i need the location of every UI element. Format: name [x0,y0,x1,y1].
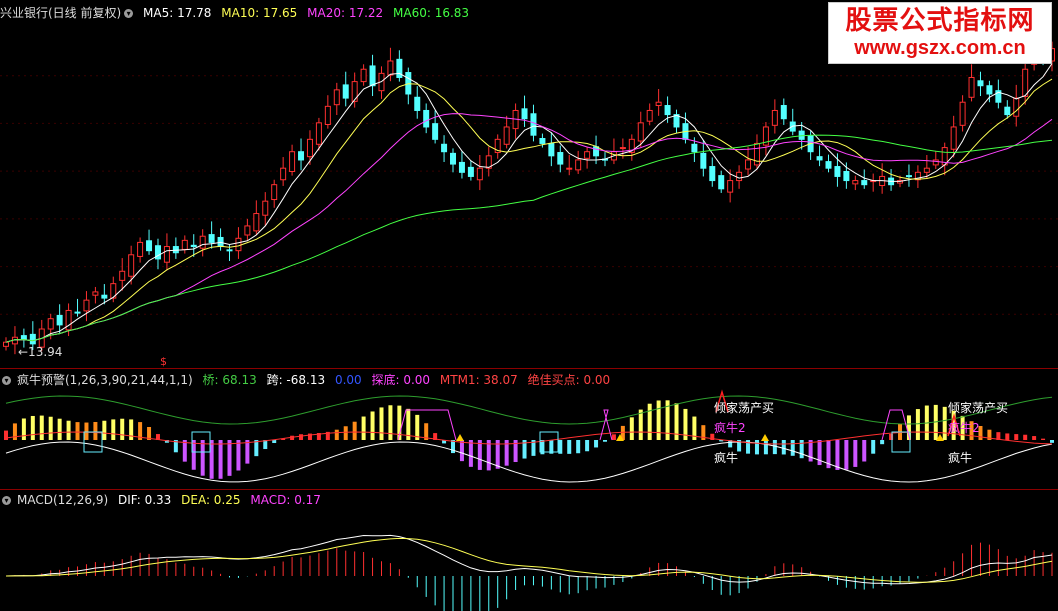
dea-line [5,537,1053,583]
watermark-url: www.gszx.com.cn [854,37,1026,59]
settings-dot-icon[interactable]: ▾ [2,496,11,505]
macd-title: MACD(12,26,9) [17,493,109,507]
price-title: 兴业银行(日线 前复权) [0,6,122,20]
panel-separator [0,489,1058,490]
signal-label-mad-bull-2: 疯牛2 [714,421,746,435]
ind-mtm1-label: MTM1: 38.07 [439,373,518,387]
ind-zero-label: 0.00 [334,373,362,387]
ind-bridge-label: 桥: 68.13 [202,373,257,387]
macd-dif-label: DIF: 0.33 [117,493,172,507]
ma60-label: MA60: 16.83 [393,6,470,20]
watermark-title: 股票公式指标网 [845,6,1035,36]
signal-label-mad-bull-2: 疯牛2 [948,421,980,435]
indicator-header: ▾ 疯牛预警(1,26,3,90,21,44,1,1) 桥: 68.13 跨: -… [0,373,616,387]
signal-label-all-in-buy: 倾家荡产买 [714,401,775,415]
ind-buypoint-label: 绝佳买点: 0.00 [527,373,611,387]
signal-label-mad-bull: 疯牛 [714,451,739,465]
ma20-label: MA20: 17.22 [307,6,384,20]
macd-value-label: MACD: 0.17 [250,493,321,507]
macd-dea-label: DEA: 0.25 [181,493,241,507]
settings-dot-icon[interactable]: ▾ [124,9,134,18]
panel-separator [0,368,1058,369]
settings-dot-icon[interactable]: ▾ [2,376,11,385]
signal-label-mad-bull: 疯牛 [948,451,973,465]
watermark-logo: 股票公式指标网 www.gszx.com.cn [828,2,1052,64]
low-price-label: ←13.94 [18,345,63,359]
dif-line [5,534,1053,585]
ma5-label: MA5: 17.78 [143,6,212,20]
price-header: 兴业银行(日线 前复权) ▾ MA5: 17.78 MA10: 17.65 MA2… [0,6,475,20]
chart-stage: 兴业银行(日线 前复权) ▾ MA5: 17.78 MA10: 17.65 MA2… [0,0,1058,611]
ind-bottom-label: 探底: 0.00 [371,373,431,387]
macd-panel [5,534,1053,611]
indicator-title: 疯牛预警(1,26,3,90,21,44,1,1) [17,373,193,387]
ma10-label: MA10: 17.65 [221,6,298,20]
ind-span-label: 跨: -68.13 [266,373,326,387]
macd-header: ▾ MACD(12,26,9) DIF: 0.33 DEA: 0.25 MACD:… [0,493,327,507]
signal-label-all-in-buy: 倾家荡产买 [948,401,1009,415]
signal-marker: $ [160,355,167,368]
